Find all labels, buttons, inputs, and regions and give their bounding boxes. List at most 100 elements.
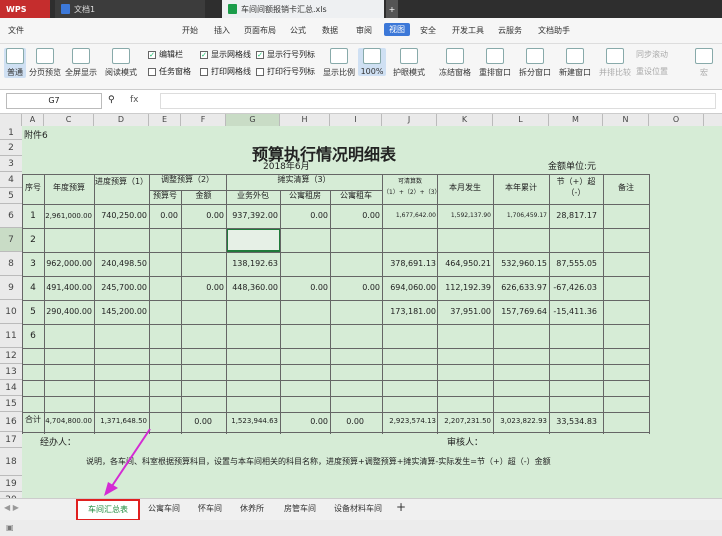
annual-budget-cell: 962,000.00: [46, 259, 92, 268]
column-header[interactable]: A: [22, 114, 44, 126]
sync-scroll-option[interactable]: 同步滚动: [636, 49, 668, 60]
column-header[interactable]: J: [382, 114, 437, 126]
month-cell: 112,192.39: [445, 283, 491, 292]
sheet-tab[interactable]: 设备材料车间: [334, 503, 382, 514]
column-header[interactable]: K: [437, 114, 493, 126]
column-header[interactable]: I: [330, 114, 382, 126]
sheet-tab[interactable]: 公寓车间: [148, 503, 180, 514]
print-rowcol-label: 打印行号列标: [267, 67, 315, 76]
menu-assistant[interactable]: 文档助手: [538, 25, 570, 36]
spreadsheet-tab-label: 车间间额报销卡汇总.xls: [241, 4, 327, 14]
column-header[interactable]: C: [44, 114, 94, 126]
column-header[interactable]: E: [149, 114, 181, 126]
menu-review[interactable]: 审阅: [356, 25, 372, 36]
column-header[interactable]: D: [94, 114, 149, 126]
doc-icon: [61, 4, 70, 14]
edit-bar-checkbox[interactable]: ✓ 编辑栏: [148, 49, 183, 60]
selected-cell-g7[interactable]: [226, 228, 281, 252]
eye-mode-label: 护眼模式: [393, 68, 425, 77]
menu-developer[interactable]: 开发工具: [452, 25, 484, 36]
sheet-tab-bar: ◀ ▶ 车间汇总表 公寓车间 怀车间 休养所 房管车间 设备材料车间 +: [0, 498, 722, 521]
compare-button[interactable]: 并排比较: [598, 48, 632, 78]
normal-view-button[interactable]: 普通: [4, 48, 26, 78]
column-header[interactable]: F: [181, 114, 226, 126]
over-cell: 87,555.05: [556, 259, 597, 268]
new-window-button[interactable]: 新建窗口: [556, 48, 594, 78]
split-window-button[interactable]: 拆分窗口: [516, 48, 554, 78]
apt-rent-cell: 0.00: [310, 283, 328, 292]
wps-home-tab[interactable]: WPS: [0, 0, 50, 18]
add-sheet-button[interactable]: +: [396, 500, 406, 514]
fx-icon[interactable]: fx: [130, 95, 139, 105]
eye-mode-button[interactable]: 护眼模式: [390, 48, 428, 78]
menu-home[interactable]: 开始: [182, 25, 198, 36]
page-break-button[interactable]: 分页预览: [28, 48, 62, 78]
print-grid-checkbox[interactable]: 打印网格线: [200, 66, 251, 77]
header-over: 节（+）超（-）: [556, 177, 596, 197]
formula-input[interactable]: [160, 93, 716, 109]
name-box[interactable]: G7: [6, 93, 102, 109]
sheet-tab[interactable]: 房管车间: [284, 503, 316, 514]
page-break-label: 分页预览: [29, 68, 61, 77]
sheet-tab-active[interactable]: 车间汇总表: [76, 499, 140, 521]
menu-data[interactable]: 数据: [322, 25, 338, 36]
new-tab-button[interactable]: +: [386, 0, 398, 18]
month-cell: 1,592,137.90: [450, 212, 491, 219]
available-cell: 694,060.00: [390, 283, 436, 292]
outsource-cell: 448,360.00: [232, 283, 278, 292]
wps-logo: WPS: [6, 4, 27, 14]
print-rowcol-checkbox[interactable]: 打印行号列标: [256, 66, 315, 77]
header-year-total: 本年累计: [505, 183, 537, 192]
header-progress: 进度预算（1）: [94, 177, 149, 186]
header-outsource: 业务外包: [237, 191, 269, 200]
menu-security[interactable]: 安全: [420, 25, 436, 36]
rearrange-window-button[interactable]: 重排窗口: [476, 48, 514, 78]
xls-icon: [228, 4, 237, 14]
sheet-tab[interactable]: 休养所: [240, 503, 264, 514]
spreadsheet-tab[interactable]: 车间间额报销卡汇总.xls: [222, 0, 384, 18]
document-tab[interactable]: 文档1: [55, 0, 205, 18]
menu-insert[interactable]: 插入: [214, 25, 230, 36]
row-seq: 1: [30, 211, 36, 221]
normal-view-icon: [6, 48, 24, 64]
total-year: 3,023,822.93: [500, 417, 547, 425]
apt-car-cell: 0.00: [362, 283, 380, 292]
column-header[interactable]: G: [226, 114, 280, 126]
freeze-panes-button[interactable]: 冻结窗格: [436, 48, 474, 78]
fullscreen-button[interactable]: 全屏显示: [64, 48, 98, 78]
reading-mode-label: 阅读模式: [105, 68, 137, 77]
show-rowcol-checkbox[interactable]: ✓ 显示行号列标: [256, 49, 315, 60]
annotation-arrow: [104, 428, 151, 496]
menu-page-layout[interactable]: 页面布局: [244, 25, 276, 36]
reset-position-option[interactable]: 重设位置: [636, 66, 668, 77]
column-header[interactable]: H: [280, 114, 330, 126]
macro-button[interactable]: 宏: [692, 48, 716, 78]
menu-file[interactable]: 文件: [8, 25, 24, 36]
task-pane-checkbox[interactable]: 任务窗格: [148, 66, 191, 77]
tab-nav-icon[interactable]: ◀ ▶: [4, 503, 19, 512]
show-grid-checkbox[interactable]: ✓ 显示网格线: [200, 49, 251, 60]
zoom-button[interactable]: 显示比例: [322, 48, 356, 78]
sync-scroll-label: 同步滚动: [636, 50, 668, 59]
header-available: 可清算数（1）+（2）+（3）: [383, 178, 437, 196]
status-icon[interactable]: ▣: [6, 523, 14, 532]
column-header[interactable]: M: [549, 114, 603, 126]
adjust-amount-cell: 0.00: [206, 211, 224, 220]
select-all-corner[interactable]: [0, 114, 22, 126]
reading-mode-button[interactable]: 阅读模式: [100, 48, 142, 78]
header-adjust-amount: 金额: [195, 191, 212, 200]
reviewer-label: 审核人：: [447, 438, 484, 448]
new-window-icon: [566, 48, 584, 64]
column-header[interactable]: O: [649, 114, 704, 126]
column-header[interactable]: N: [603, 114, 649, 126]
menu-formula[interactable]: 公式: [290, 25, 306, 36]
menu-view[interactable]: 视图: [384, 23, 410, 36]
sheet-tab[interactable]: 怀车间: [198, 503, 222, 514]
checkbox-icon: [148, 67, 156, 76]
zoom-100-button[interactable]: 100%: [358, 48, 386, 76]
spreadsheet-grid[interactable]: A C D E F G H I J K L M N O 1 2 3 4 5 6 …: [0, 114, 722, 498]
zoom-search-icon[interactable]: ⚲: [108, 95, 115, 105]
check-icon: ✓: [148, 50, 156, 59]
column-header[interactable]: L: [493, 114, 549, 126]
menu-cloud[interactable]: 云服务: [498, 25, 522, 36]
